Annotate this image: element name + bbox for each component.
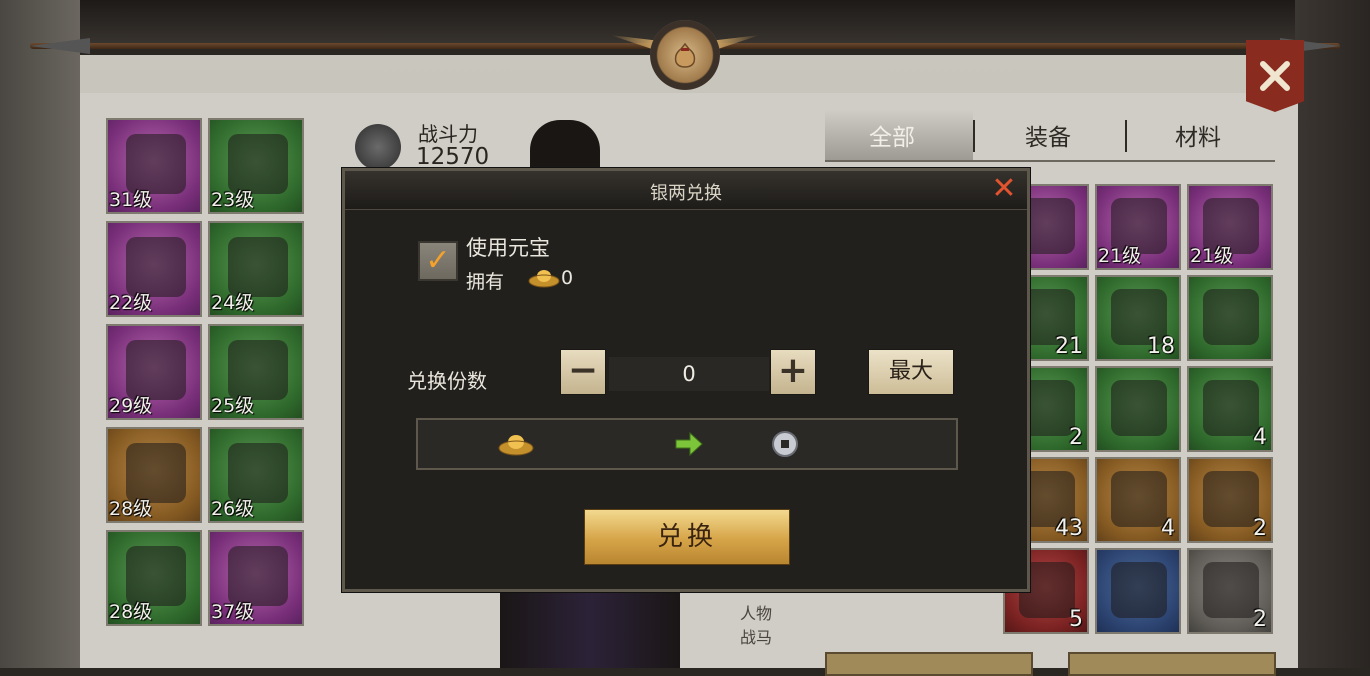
blue-vase-icon [1111, 471, 1167, 527]
checkmark-icon: ✓ [425, 243, 451, 278]
inventory-slot[interactable]: 2 [1187, 548, 1273, 634]
item-count: 2 [1069, 425, 1083, 450]
inventory-slot[interactable]: 21级 [1095, 184, 1181, 270]
scene-background-right [1295, 0, 1370, 668]
use-yuanbao-checkbox[interactable]: ✓ [418, 241, 458, 281]
ruby-icon [1111, 562, 1167, 618]
max-button[interactable]: 最大 [868, 349, 954, 395]
equipment-slot[interactable]: 31级 [106, 118, 202, 214]
silver-exchange-dialog: 银两兑换 ✕ ✓ 使用元宝 拥有 0 兑换份数 − 0 + 最大 兑换 [342, 168, 1030, 592]
item-level: 37级 [211, 601, 255, 623]
gold-ingot-icon [527, 267, 561, 289]
item-count: 4 [1253, 425, 1267, 450]
inventory-slot[interactable]: 21级 [1187, 184, 1273, 270]
equipment-slot[interactable]: 24级 [208, 221, 304, 317]
tab-underline [825, 160, 1275, 162]
item-count: 18 [1147, 334, 1175, 359]
knife-icon [1203, 562, 1259, 618]
owned-value: 0 [561, 267, 574, 289]
equipment-slot[interactable]: 37级 [208, 530, 304, 626]
tab-materials[interactable]: 材料 [1175, 118, 1221, 152]
tab-divider [973, 120, 975, 152]
gold-ingot-icon [496, 430, 536, 458]
item-count: 43 [1055, 516, 1083, 541]
close-panel-button[interactable] [1246, 40, 1304, 112]
combat-power-icon [355, 124, 401, 170]
item-level: 22级 [109, 292, 153, 314]
equipment-slot[interactable]: 28级 [106, 427, 202, 523]
item-level: 31级 [109, 189, 153, 211]
inventory-slot[interactable]: 18 [1095, 275, 1181, 361]
item-level: 28级 [109, 498, 153, 520]
equipment-slot[interactable]: 22级 [106, 221, 202, 317]
side-menu: 人物 战马 [728, 590, 788, 668]
equipment-slot[interactable]: 28级 [106, 530, 202, 626]
herb-icon [1203, 380, 1259, 436]
item-count: 2 [1253, 607, 1267, 632]
category-tabs: 全部 装备 材料 [825, 110, 1275, 162]
owned-label: 拥有 [466, 271, 505, 293]
tab-equipment[interactable]: 装备 [1025, 118, 1071, 152]
combat-power-label: 战斗力 [418, 122, 478, 146]
spear-tip-left [30, 38, 90, 54]
side-menu-horse[interactable]: 战马 [740, 624, 772, 648]
inventory-slot[interactable]: 2 [1187, 457, 1273, 543]
inventory-slot[interactable] [1095, 366, 1181, 452]
arrow-right-icon [674, 430, 704, 458]
inventory-slot[interactable]: 4 [1187, 366, 1273, 452]
blue-vase-icon [1203, 471, 1259, 527]
quantity-input[interactable]: 0 [609, 357, 769, 391]
bottom-button-right[interactable] [1068, 652, 1276, 676]
close-icon [1260, 61, 1290, 91]
equipment-slot[interactable]: 26级 [208, 427, 304, 523]
equipment-slot[interactable]: 29级 [106, 324, 202, 420]
item-count: 2 [1253, 516, 1267, 541]
item-level: 21级 [1190, 245, 1234, 267]
item-level: 21级 [1098, 245, 1142, 267]
item-count: 21 [1055, 334, 1083, 359]
item-level: 24级 [211, 292, 255, 314]
item-level: 26级 [211, 498, 255, 520]
inventory-slot[interactable] [1095, 548, 1181, 634]
equipment-slot[interactable]: 25级 [208, 324, 304, 420]
equipment-slot[interactable]: 23级 [208, 118, 304, 214]
bottom-button-left[interactable] [825, 652, 1033, 676]
bag-emblem-icon [650, 20, 720, 90]
increase-button[interactable]: + [770, 349, 816, 395]
exchange-button[interactable]: 兑换 [584, 509, 790, 565]
item-level: 28级 [109, 601, 153, 623]
combat-power-value: 12570 [416, 144, 490, 170]
tab-divider [1125, 120, 1127, 152]
quantity-label: 兑换份数 [407, 369, 487, 393]
dialog-title: 银两兑换 [650, 183, 722, 204]
item-level: 29级 [109, 395, 153, 417]
item-count: 5 [1069, 607, 1083, 632]
exchange-preview [416, 418, 958, 470]
inventory-slot[interactable] [1187, 275, 1273, 361]
tab-all[interactable]: 全部 [869, 118, 915, 152]
silver-coin-icon [771, 430, 799, 458]
dialog-header: 银两兑换 ✕ [345, 171, 1027, 210]
vase-icon [1111, 380, 1167, 436]
item-level: 23级 [211, 189, 255, 211]
use-yuanbao-label: 使用元宝 [466, 236, 550, 260]
side-menu-character[interactable]: 人物 [740, 600, 772, 624]
item-count: 4 [1161, 516, 1175, 541]
scene-background-left [0, 0, 80, 668]
character-model-legs [500, 590, 680, 668]
wine-jar-icon [1203, 289, 1259, 345]
dialog-close-button[interactable]: ✕ [989, 173, 1019, 205]
close-icon: ✕ [991, 171, 1017, 206]
decrease-button[interactable]: − [560, 349, 606, 395]
inventory-slot[interactable]: 4 [1095, 457, 1181, 543]
item-level: 25级 [211, 395, 255, 417]
